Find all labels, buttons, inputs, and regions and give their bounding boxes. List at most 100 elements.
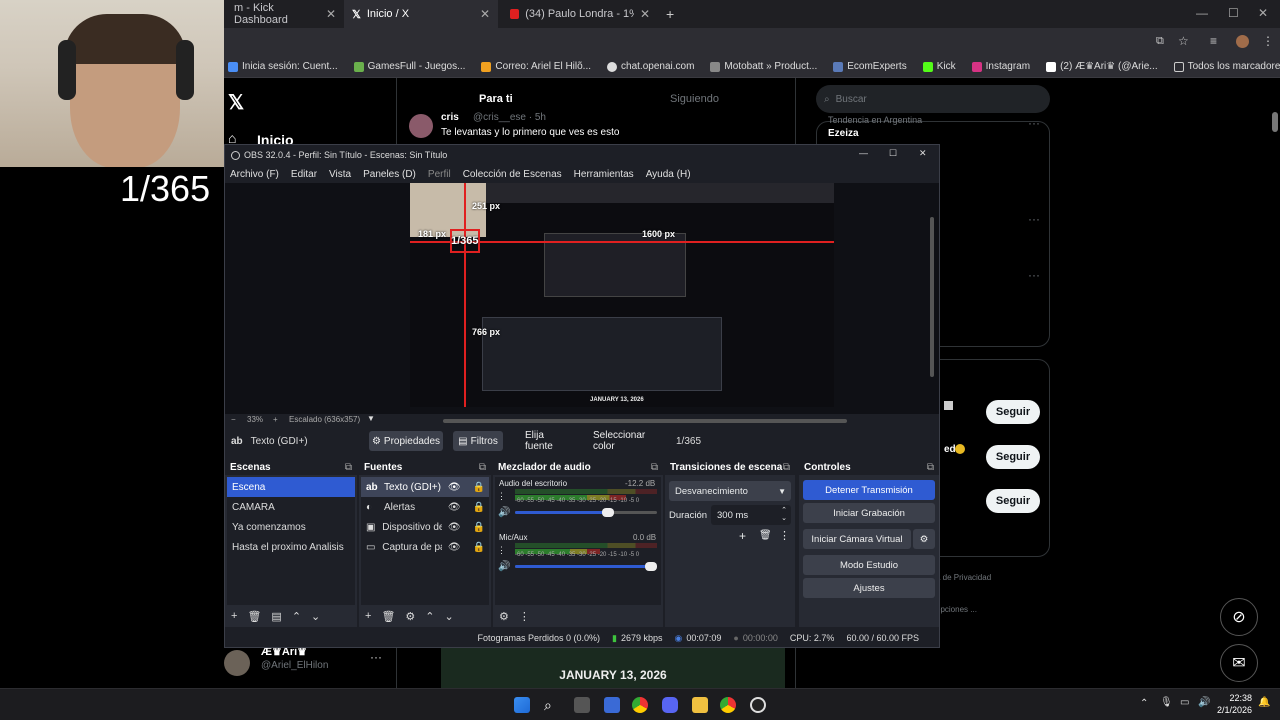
advanced-audio-icon[interactable]: ⚙ bbox=[499, 610, 509, 623]
media-icon[interactable]: ≡ bbox=[1210, 34, 1217, 48]
zoom-in-icon[interactable]: + bbox=[273, 415, 278, 424]
scene-item[interactable]: Hasta el proximo Analisis bbox=[227, 537, 355, 557]
eye-icon[interactable]: 👁 bbox=[448, 482, 461, 493]
add-icon[interactable]: + bbox=[739, 529, 746, 543]
menu-archivo[interactable]: Archivo (F) bbox=[230, 169, 279, 180]
menu-herramientas[interactable]: Herramientas bbox=[574, 169, 634, 180]
search-input[interactable]: ⌕ Buscar bbox=[816, 85, 1050, 113]
eye-icon[interactable]: 👁 bbox=[448, 502, 461, 513]
trash-icon[interactable]: 🗑 bbox=[381, 610, 395, 623]
bookmark[interactable]: (2) Æ♛Ari♛ (@Arie... bbox=[1046, 61, 1158, 72]
microphone-icon[interactable]: 🎙 bbox=[1160, 697, 1173, 708]
obs-icon[interactable] bbox=[750, 697, 766, 713]
stop-stream-button[interactable]: Detener Transmisión bbox=[803, 480, 935, 500]
menu-coleccion[interactable]: Colección de Escenas bbox=[463, 169, 562, 180]
grok-icon[interactable]: ⊘ bbox=[1220, 598, 1258, 636]
duration-input[interactable]: 300 ms ⌃ ⌄ bbox=[711, 505, 791, 525]
bookmark[interactable]: chat.openai.com bbox=[607, 61, 694, 72]
source-item[interactable]: ▭ Captura de panta 👁 🔒 bbox=[361, 537, 489, 557]
network-icon[interactable]: ▭ bbox=[1180, 697, 1189, 708]
source-item[interactable]: ▣ Dispositivo de cap 👁 🔒 bbox=[361, 517, 489, 537]
maximize-icon[interactable]: ☐ bbox=[889, 148, 897, 159]
preview-vscrollbar[interactable] bbox=[930, 217, 934, 377]
channel-menu-icon[interactable]: ⋮ bbox=[497, 491, 506, 502]
obs-preview[interactable]: 251 px 181 px 1600 px 766 px 1/365 JANUA… bbox=[225, 183, 939, 424]
scene-item[interactable]: Escena bbox=[227, 477, 355, 497]
x-logo-icon[interactable]: 𝕏 bbox=[228, 90, 244, 115]
add-icon[interactable]: + bbox=[365, 610, 371, 623]
speaker-icon[interactable]: 🔊 bbox=[1198, 697, 1210, 708]
start-recording-button[interactable]: Iniciar Grabación bbox=[803, 503, 935, 523]
messages-icon[interactable]: ✉ bbox=[1220, 644, 1258, 682]
more-icon[interactable]: ··· bbox=[1028, 268, 1040, 282]
channel-menu-icon[interactable]: ⋮ bbox=[497, 545, 506, 556]
volume-knob[interactable] bbox=[602, 508, 615, 517]
avatar[interactable] bbox=[224, 650, 250, 676]
eye-icon[interactable]: 👁 bbox=[448, 522, 461, 533]
undock-icon[interactable]: ⧉ bbox=[651, 462, 658, 473]
close-tab-icon[interactable]: ✕ bbox=[480, 7, 490, 21]
undock-icon[interactable]: ⧉ bbox=[479, 462, 486, 473]
volume-slider[interactable] bbox=[515, 562, 657, 571]
folder-icon[interactable] bbox=[692, 697, 708, 713]
properties-button[interactable]: ⚙ Propiedades bbox=[369, 431, 443, 451]
more-icon[interactable]: ··· bbox=[1028, 212, 1040, 226]
clock-time[interactable]: 22:38 bbox=[1222, 693, 1252, 703]
minimize-icon[interactable]: — bbox=[1196, 6, 1208, 20]
bookmark[interactable]: Motobatt » Product... bbox=[710, 61, 817, 72]
studio-mode-button[interactable]: Modo Estudio bbox=[803, 555, 935, 575]
close-window-icon[interactable]: ✕ bbox=[1258, 6, 1268, 20]
volume-icon[interactable]: 🔊 bbox=[498, 561, 510, 572]
choose-font-button[interactable]: Elija fuente bbox=[517, 430, 575, 452]
bookmark[interactable]: Inicia sesión: Cuent... bbox=[228, 61, 338, 72]
close-window-icon[interactable]: ✕ bbox=[919, 148, 927, 159]
source-item[interactable]: ab Texto (GDI+) 👁 🔒 bbox=[361, 477, 489, 497]
search-icon[interactable]: ⌕ bbox=[544, 697, 560, 713]
move-down-icon[interactable]: ⌄ bbox=[445, 610, 454, 623]
lock-icon[interactable]: 🔒 bbox=[473, 542, 485, 553]
more-icon[interactable]: ⋮ bbox=[779, 529, 790, 542]
volume-knob[interactable] bbox=[645, 562, 657, 571]
move-down-icon[interactable]: ⌄ bbox=[311, 610, 320, 623]
bookmark[interactable]: GamesFull - Juegos... bbox=[353, 61, 465, 72]
task-view-icon[interactable] bbox=[574, 697, 590, 713]
scene-item[interactable]: CAMARA bbox=[227, 497, 355, 517]
bookmark[interactable]: Instagram bbox=[971, 61, 1030, 72]
add-icon[interactable]: + bbox=[231, 610, 237, 623]
all-bookmarks[interactable]: Todos los marcadores bbox=[1173, 61, 1280, 72]
more-icon[interactable]: ··· bbox=[1028, 116, 1040, 130]
follow-button[interactable]: Seguir bbox=[986, 489, 1040, 513]
bookmark[interactable]: EcomExperts bbox=[833, 61, 907, 72]
gear-icon[interactable]: ⚙ bbox=[913, 529, 935, 549]
bookmark[interactable]: Correo: Ariel El Hilõ... bbox=[481, 61, 591, 72]
store-icon[interactable] bbox=[604, 697, 620, 713]
trash-icon[interactable]: 🗑 bbox=[247, 610, 261, 623]
tab-x[interactable]: 𝕏 Inicio / X ✕ bbox=[344, 0, 498, 28]
tab-youtube[interactable]: (34) Paulo Londra - 1% (feat. El ✕ bbox=[502, 0, 658, 28]
menu-perfil[interactable]: Perfil bbox=[428, 169, 451, 180]
chevron-up-icon[interactable]: ⌃ bbox=[1140, 698, 1148, 709]
minimize-icon[interactable]: — bbox=[859, 148, 868, 158]
lock-icon[interactable]: 🔒 bbox=[473, 482, 485, 493]
gear-icon[interactable]: ⚙ bbox=[405, 610, 415, 623]
filter-icon[interactable]: ▤ bbox=[271, 610, 281, 623]
chrome-icon[interactable] bbox=[632, 697, 648, 713]
volume-icon[interactable]: 🔊 bbox=[498, 507, 510, 518]
undock-icon[interactable]: ⧉ bbox=[783, 462, 790, 473]
page-scrollbar[interactable] bbox=[1272, 112, 1278, 132]
lock-icon[interactable]: 🔒 bbox=[473, 502, 485, 513]
source-item[interactable]: ◐ Alertas 👁 🔒 bbox=[361, 497, 489, 517]
undock-icon[interactable]: ⧉ bbox=[927, 462, 934, 473]
discord-icon[interactable] bbox=[662, 697, 678, 713]
menu-paneles[interactable]: Paneles (D) bbox=[363, 169, 416, 180]
move-up-icon[interactable]: ⌃ bbox=[292, 610, 301, 623]
star-icon[interactable]: ☆ bbox=[1178, 34, 1189, 48]
scene-item[interactable]: Ya comenzamos bbox=[227, 517, 355, 537]
menu-icon[interactable]: ⋮ bbox=[1262, 34, 1274, 48]
tab-for-you[interactable]: Para ti bbox=[479, 93, 513, 105]
more-icon[interactable]: ··· bbox=[370, 650, 382, 664]
undock-icon[interactable]: ⧉ bbox=[345, 462, 352, 473]
menu-editar[interactable]: Editar bbox=[291, 169, 317, 180]
move-up-icon[interactable]: ⌃ bbox=[425, 610, 434, 623]
mixer-menu-icon[interactable]: ⋮ bbox=[519, 610, 530, 623]
